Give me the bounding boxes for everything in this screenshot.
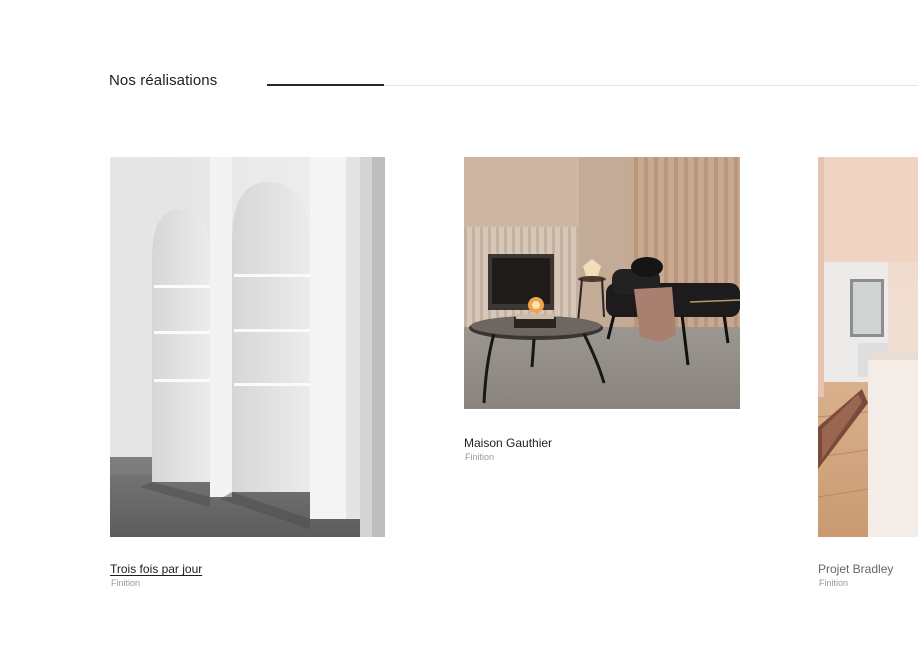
section-title: Nos réalisations [109,72,218,89]
projects-section: Nos réalisations Trois fois par jour Fin… [0,0,918,656]
project-image[interactable] [464,157,740,409]
project-category: Finition [111,578,141,588]
project-title[interactable]: Projet Bradley [818,562,893,576]
project-category: Finition [465,452,495,462]
living-room-fireplace-chaise-image [464,157,740,409]
project-title[interactable]: Trois fois par jour [110,562,202,576]
project-category: Finition [819,578,849,588]
project-image[interactable] [110,157,385,537]
bright-room-rug-window-image [818,157,918,537]
carousel-progress-track[interactable] [267,84,918,86]
project-title[interactable]: Maison Gauthier [464,436,552,450]
carousel-progress-indicator[interactable] [267,84,384,86]
white-arched-shelving-room-image [110,157,385,537]
project-image[interactable] [818,157,918,537]
